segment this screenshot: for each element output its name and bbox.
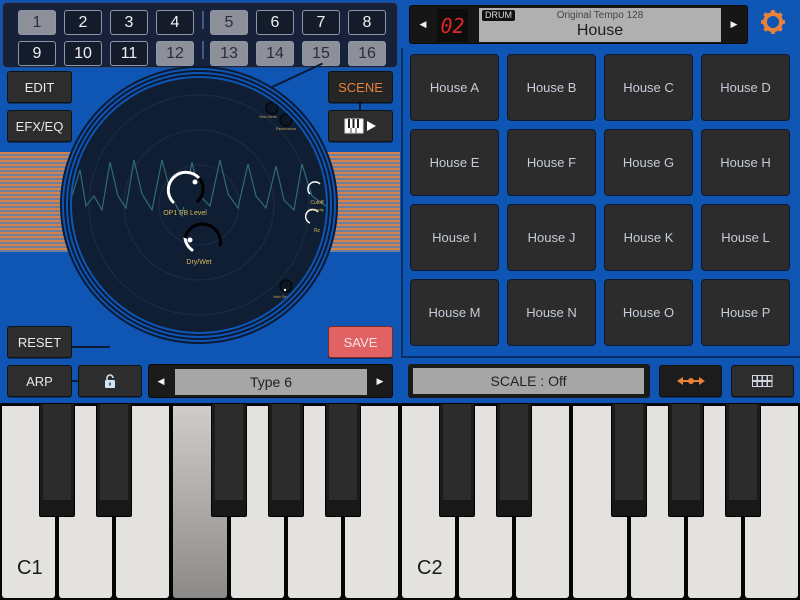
kit-name: House xyxy=(576,22,624,39)
dry-wet-label: Dry/Wet xyxy=(186,259,212,266)
tiny-knob-label: Velo Sens xyxy=(272,294,292,299)
kit-next-button[interactable]: ▶ xyxy=(721,6,747,43)
pad-button[interactable]: House I xyxy=(410,204,499,271)
part-button-1[interactable]: 1 xyxy=(18,10,56,35)
tiny-knob[interactable] xyxy=(265,101,279,115)
lock-button[interactable] xyxy=(78,365,142,397)
horizontal-arrows-icon xyxy=(676,377,705,385)
pad-button[interactable]: House A xyxy=(410,54,499,121)
black-key-asharp1[interactable] xyxy=(324,403,361,517)
tiny-knob-label: Velo Sens xyxy=(258,114,278,119)
arp-button[interactable]: ARP xyxy=(7,365,72,397)
part-button-9[interactable]: 9 xyxy=(18,41,56,66)
drywet-knob-indicator xyxy=(187,237,193,243)
guide-circle xyxy=(123,129,275,281)
octave-shift-button[interactable] xyxy=(659,365,722,397)
kit-number-display: 02 xyxy=(437,9,468,42)
black-key-dsharp2[interactable] xyxy=(496,403,533,517)
kit-display[interactable]: DRUM Original Tempo 128 House xyxy=(479,8,721,42)
black-key-fsharp2[interactable] xyxy=(610,403,647,517)
arp-type-selector: ◀ Type 6 ▶ xyxy=(148,364,393,398)
pad-button[interactable]: House D xyxy=(701,54,790,121)
part-divider xyxy=(202,41,204,59)
tiny-knob-indicator xyxy=(283,288,287,292)
pad-button[interactable]: House F xyxy=(507,129,596,196)
pad-button[interactable]: House M xyxy=(410,279,499,346)
part-button-11[interactable]: 11 xyxy=(110,41,148,66)
type-next-button[interactable]: ▶ xyxy=(368,365,392,397)
efx-eq-button[interactable]: EFX/EQ xyxy=(7,110,72,142)
pad-button[interactable]: House O xyxy=(604,279,693,346)
part-selector-panel: 1 2 3 4 5 6 7 8 9 10 11 12 13 14 15 16 xyxy=(2,2,398,68)
edit-button[interactable]: EDIT xyxy=(7,71,72,103)
part-button-12[interactable]: 12 xyxy=(156,41,194,66)
tiny-knob-label: Resonance xyxy=(275,126,297,131)
part-button-6[interactable]: 6 xyxy=(256,10,294,35)
pad-button[interactable]: House P xyxy=(701,279,790,346)
op1-fb-level-label: OP1 FB Level xyxy=(163,210,207,217)
part-divider xyxy=(202,11,204,29)
save-button[interactable]: SAVE xyxy=(328,326,393,358)
part-button-2[interactable]: 2 xyxy=(64,10,102,35)
octave-label: C2 xyxy=(417,557,443,579)
pad-button[interactable]: House G xyxy=(604,129,693,196)
op1-knob-indicator xyxy=(192,179,198,185)
unlock-icon xyxy=(105,374,115,388)
pad-button[interactable]: House J xyxy=(507,204,596,271)
black-key-dsharp1[interactable] xyxy=(96,403,133,517)
part-button-10[interactable]: 10 xyxy=(64,41,102,66)
pad-button[interactable]: House H xyxy=(701,129,790,196)
tiny-knob[interactable] xyxy=(279,113,293,127)
pad-button[interactable]: House L xyxy=(701,204,790,271)
pad-button[interactable]: House C xyxy=(604,54,693,121)
scene-button[interactable]: SCENE xyxy=(328,71,393,103)
res-label: Rz xyxy=(313,228,321,234)
synth-app: 1 2 3 4 5 6 7 8 9 10 11 12 13 14 15 16 O… xyxy=(0,0,800,600)
part-button-3[interactable]: 3 xyxy=(110,10,148,35)
black-key-asharp2[interactable] xyxy=(724,403,761,517)
scale-value: SCALE : Off xyxy=(413,368,644,394)
part-button-7[interactable]: 7 xyxy=(302,10,340,35)
part-button-4[interactable]: 4 xyxy=(156,10,194,35)
part-button-13[interactable]: 13 xyxy=(210,41,248,66)
pad-button[interactable]: House E xyxy=(410,129,499,196)
pad-grid-button[interactable] xyxy=(731,365,794,397)
octave-label: C1 xyxy=(17,557,43,579)
part-button-14[interactable]: 14 xyxy=(256,41,294,66)
settings-gear-icon[interactable] xyxy=(760,9,786,35)
kit-prev-button[interactable]: ◀ xyxy=(410,6,436,43)
reset-connector xyxy=(70,346,110,348)
pad-button[interactable]: House K xyxy=(604,204,693,271)
grid-icon xyxy=(751,375,772,387)
piano-play-icon xyxy=(344,118,376,134)
black-key-gsharp2[interactable] xyxy=(667,403,704,517)
part-button-5[interactable]: 5 xyxy=(210,10,248,35)
black-key-csharp1[interactable] xyxy=(39,403,76,517)
part-button-16[interactable]: 16 xyxy=(348,41,386,66)
type-prev-button[interactable]: ◀ xyxy=(149,365,173,397)
type-value: Type 6 xyxy=(175,369,367,395)
cutoff-sub-label: Velocity xyxy=(310,207,324,212)
black-key-csharp2[interactable] xyxy=(439,403,476,517)
drywet-knob-arc-rest xyxy=(183,222,222,247)
scene-disc-inner[interactable]: OP1 FB Level Dry/Wet Cutoff Velocity Rz … xyxy=(72,78,326,332)
kit-selector: ◀ 02 DRUM Original Tempo 128 House ▶ xyxy=(409,5,748,44)
reset-button[interactable]: RESET xyxy=(7,326,72,358)
cutoff-label: Cutoff xyxy=(310,200,324,206)
kit-tempo: Original Tempo 128 xyxy=(556,10,644,21)
pad-button[interactable]: House B xyxy=(507,54,596,121)
black-key-gsharp1[interactable] xyxy=(267,403,304,517)
keyboard-play-button[interactable] xyxy=(328,110,393,142)
scale-selector[interactable]: SCALE : Off xyxy=(408,364,650,398)
pad-button[interactable]: House N xyxy=(507,279,596,346)
part-button-8[interactable]: 8 xyxy=(348,10,386,35)
piano-keyboard: C1 C2 xyxy=(0,403,800,600)
black-key-fsharp1[interactable] xyxy=(210,403,247,517)
